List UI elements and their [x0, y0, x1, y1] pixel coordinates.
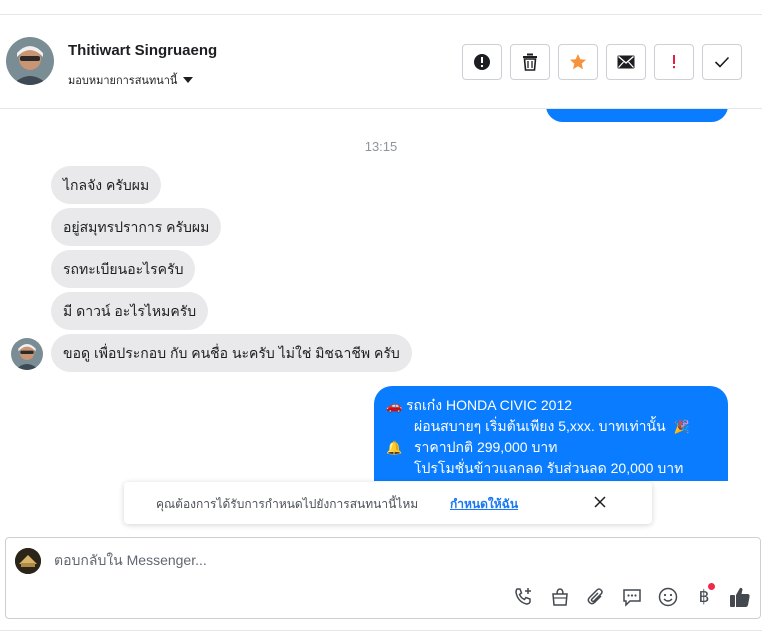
saved-replies-button[interactable] [620, 585, 644, 609]
mark-unread-button[interactable] [606, 44, 646, 80]
paperclip-icon [587, 588, 603, 605]
spam-button[interactable] [462, 44, 502, 80]
incoming-message[interactable]: ไกลจัง ครับผม [51, 166, 162, 204]
reply-composer: ฿ [5, 537, 761, 619]
attach-button[interactable] [584, 585, 608, 609]
saved-reply-icon [623, 589, 641, 607]
star-button[interactable] [558, 44, 598, 80]
caret-down-icon [183, 77, 194, 83]
trash-icon [523, 53, 537, 71]
contact-avatar[interactable] [6, 37, 54, 85]
incoming-message[interactable]: อยู่สมุทรปราการ ครับผม [51, 208, 222, 246]
emoji-button[interactable] [656, 585, 680, 609]
outgoing-message-partial [546, 109, 728, 122]
outgoing-message[interactable]: 🚗 รถเก๋ง HONDA CIVIC 2012 ผ่อนสบายๆ เริ่… [374, 386, 728, 481]
payment-button[interactable]: ฿ [692, 583, 716, 609]
party-emoji: 🎉 [673, 419, 690, 434]
message-thread[interactable]: 13:15 ไกลจัง ครับผม อยู่สมุทรปราการ ครับ… [0, 109, 762, 481]
timestamp: 13:15 [364, 139, 398, 154]
envelope-icon [617, 55, 635, 69]
star-icon [570, 54, 586, 70]
delete-button[interactable] [510, 44, 550, 80]
assign-dropdown[interactable]: มอบหมายการสนทนานี้ [68, 71, 194, 89]
checkmark-icon [714, 56, 730, 68]
exclamation-icon [673, 55, 675, 69]
phone-add-icon [515, 588, 531, 605]
contact-name[interactable]: Thitiwart Singruaeng [68, 42, 217, 59]
incoming-message[interactable]: ขอดู เพื่อประกอบ กับ คนชื่อ นะครับ ไม่ใช… [51, 334, 412, 372]
bottom-divider [0, 630, 762, 631]
thumbs-up-icon [730, 587, 750, 607]
message-line: โปรโมชั่นข้าวแลกลด รับส่วนลด 20,000 บาท [414, 460, 684, 476]
reply-input[interactable] [54, 552, 654, 568]
shop-button[interactable] [548, 585, 572, 609]
message-line: รถเก๋ง HONDA CIVIC 2012 [406, 397, 573, 413]
notice-text: คุณต้องการได้รับการกำหนดไปยังการสนทนานี้… [156, 497, 419, 511]
composer-tools: ฿ [512, 583, 752, 609]
follow-up-button[interactable] [654, 44, 694, 80]
like-button[interactable] [728, 585, 752, 609]
car-emoji: 🚗 [386, 398, 403, 413]
assign-notice: คุณต้องการได้รับการกำหนดไปยังการสนทนานี้… [124, 482, 652, 524]
incoming-message[interactable]: มี ดาวน์ อะไรไหมครับ [51, 292, 209, 330]
bell-emoji: 🔔 [386, 440, 403, 455]
alert-circle-icon [474, 54, 490, 70]
close-icon[interactable] [593, 495, 607, 509]
assign-to-me-link[interactable]: กำหนดให้ฉัน [450, 495, 518, 514]
sender-avatar[interactable] [11, 338, 43, 370]
baht-icon: ฿ [698, 587, 710, 607]
conversation-header: Thitiwart Singruaeng มอบหมายการสนทนานี้ [0, 15, 762, 109]
notification-dot [708, 583, 715, 590]
emoji-icon [658, 587, 678, 607]
call-button[interactable] [512, 585, 536, 609]
incoming-message[interactable]: รถทะเบียนอะไรครับ [51, 250, 196, 288]
shopping-bag-icon [552, 588, 568, 606]
page-avatar [15, 548, 41, 574]
assign-label: มอบหมายการสนทนานี้ [68, 75, 178, 87]
done-button[interactable] [702, 44, 742, 80]
header-actions [462, 44, 742, 80]
message-line: ผ่อนสบายๆ เริ่มต้นเพียง 5,xxx. บาทเท่านั… [414, 418, 666, 434]
message-line: ราคาปกติ 299,000 บาท [414, 439, 558, 455]
